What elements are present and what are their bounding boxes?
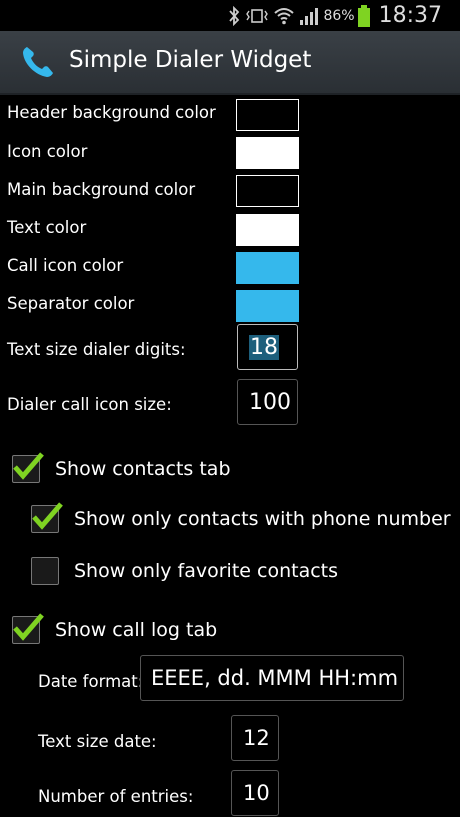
vibrate-icon: [246, 8, 269, 23]
call-icon-color-label: Call icon color: [7, 256, 124, 275]
battery-percent: 86%: [323, 7, 355, 24]
date-format-label: Date format:: [38, 672, 144, 691]
icon-color-label: Icon color: [7, 142, 88, 161]
checkmark-icon: [32, 502, 63, 530]
wifi-icon: [274, 7, 295, 24]
separator-color-swatch[interactable]: [236, 290, 299, 322]
clock: 18:37: [378, 3, 442, 28]
icon-color-swatch[interactable]: [236, 137, 299, 169]
separator-color-label: Separator color: [7, 294, 135, 313]
header-bg-color-label: Header background color: [7, 103, 216, 122]
checkmark-icon: [13, 452, 44, 480]
date-format-input[interactable]: EEEE, dd. MMM HH:mm: [140, 655, 404, 701]
phone-icon: [23, 47, 53, 77]
call-icon-size-input[interactable]: 100: [237, 379, 298, 425]
text-color-label: Text color: [7, 218, 87, 237]
text-size-digits-input[interactable]: 18: [237, 324, 298, 370]
checkmark-icon: [13, 613, 44, 641]
call-icon-size-label: Dialer call icon size:: [7, 395, 172, 414]
text-color-swatch[interactable]: [236, 214, 299, 246]
call-icon-size-value: 100: [249, 389, 291, 415]
show-contacts-tab-checkbox[interactable]: [12, 452, 44, 483]
show-call-log-tab-label: Show call log tab: [55, 619, 218, 641]
show-contacts-tab-label: Show contacts tab: [55, 458, 231, 480]
app-title: Simple Dialer Widget: [69, 47, 312, 73]
bluetooth-icon: [229, 5, 240, 26]
main-bg-color-label: Main background color: [7, 180, 196, 199]
text-size-digits-label: Text size dialer digits:: [7, 340, 186, 359]
status-bar: 86% 18:37: [0, 0, 460, 31]
header-bg-color-swatch[interactable]: [236, 99, 299, 131]
text-size-digits-value: 18: [249, 334, 279, 360]
only-with-phone-checkbox[interactable]: [31, 502, 63, 533]
num-entries-value: 10: [243, 781, 270, 805]
text-size-date-value: 12: [243, 726, 270, 750]
call-icon-color-swatch[interactable]: [236, 252, 299, 284]
num-entries-label: Number of entries:: [38, 787, 194, 806]
only-favorites-label: Show only favorite contacts: [74, 560, 339, 582]
battery-icon: [357, 4, 370, 27]
text-size-date-label: Text size date:: [38, 732, 157, 751]
signal-icon: [300, 7, 319, 25]
only-favorites-checkbox[interactable]: [31, 557, 59, 585]
only-with-phone-label: Show only contacts with phone number: [74, 508, 451, 530]
text-size-date-input[interactable]: 12: [231, 715, 279, 761]
show-call-log-tab-checkbox[interactable]: [12, 613, 44, 644]
num-entries-input[interactable]: 10: [231, 770, 279, 816]
date-format-value: EEEE, dd. MMM HH:mm: [151, 666, 399, 690]
main-bg-color-swatch[interactable]: [236, 175, 299, 207]
action-bar: Simple Dialer Widget: [0, 31, 460, 95]
